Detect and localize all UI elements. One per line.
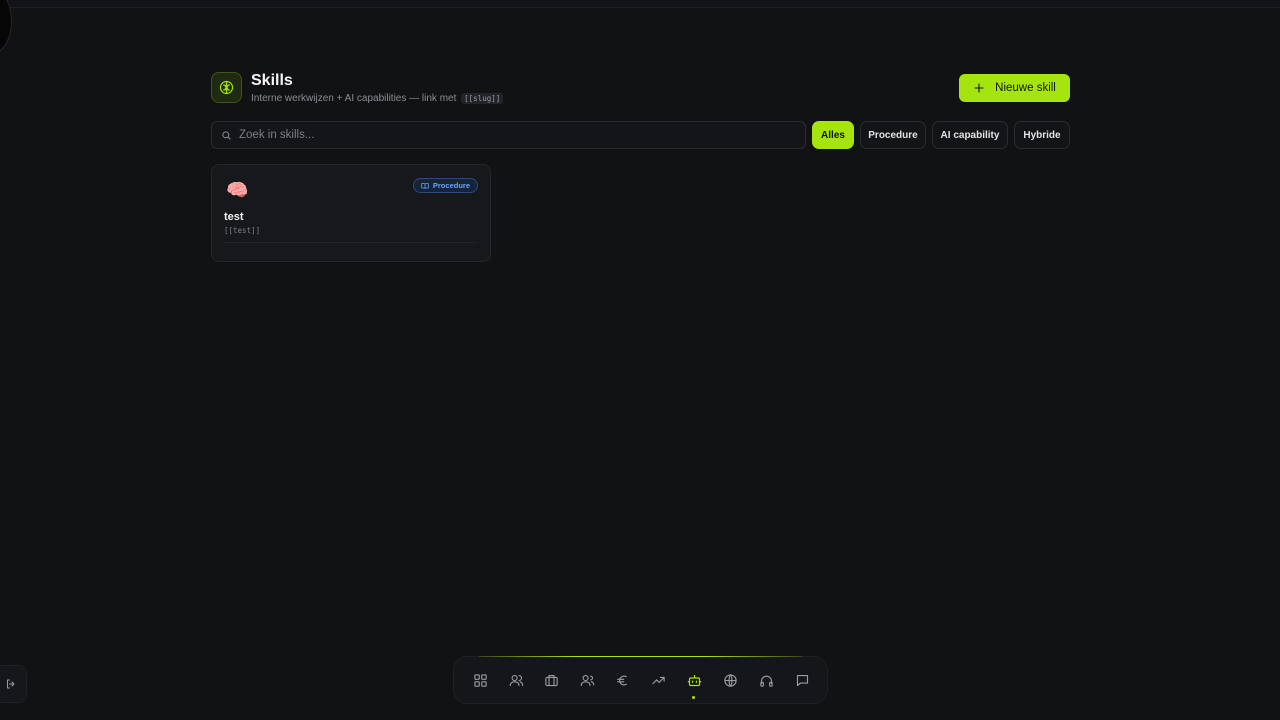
- dock-dashboard[interactable]: [471, 671, 489, 689]
- corner-avatar[interactable]: [0, 0, 12, 54]
- users-icon: [509, 674, 523, 686]
- dock-chat[interactable]: [793, 671, 811, 689]
- dock-headphones[interactable]: [757, 671, 775, 689]
- dock-globe[interactable]: [721, 671, 739, 689]
- team-icon: [580, 674, 594, 686]
- brain-icon: [211, 72, 242, 103]
- logout-button[interactable]: [0, 665, 27, 703]
- euro-icon: [616, 675, 627, 685]
- filter-hybride[interactable]: Hybride: [1014, 121, 1070, 149]
- top-bar: [0, 0, 1280, 8]
- dock-highlight-line: [479, 656, 802, 657]
- book-open-icon: [421, 182, 429, 189]
- search-bar[interactable]: [211, 121, 806, 149]
- briefcase-icon: [544, 674, 558, 686]
- type-badge: Procedure: [412, 178, 478, 193]
- headphones-icon: [759, 675, 773, 687]
- dock-team[interactable]: [578, 671, 596, 689]
- skill-title: test: [224, 211, 244, 223]
- new-skill-button[interactable]: Nieuwe skill: [959, 74, 1070, 102]
- globe-icon: [723, 673, 737, 687]
- trending-up-icon: [651, 676, 665, 684]
- search-icon: [222, 130, 231, 140]
- filter-procedure[interactable]: Procedure: [860, 121, 926, 149]
- dock-users[interactable]: [507, 671, 525, 689]
- search-input[interactable]: [239, 129, 779, 141]
- page-title: Skills: [251, 72, 293, 89]
- new-skill-label: Nieuwe skill: [995, 82, 1056, 94]
- type-badge-label: Procedure: [432, 181, 470, 190]
- page-header: Skills Interne werkwijzen + AI capabilit…: [211, 72, 1070, 106]
- skill-emoji: 🧠: [226, 180, 249, 200]
- slug-code: [[slug]]: [461, 93, 504, 104]
- plus-icon: [974, 83, 984, 93]
- filter-ai-capability[interactable]: AI capability: [932, 121, 1008, 149]
- bot-icon: [687, 674, 701, 686]
- dock-briefcase[interactable]: [542, 671, 560, 689]
- active-indicator-dot: [692, 696, 695, 699]
- dock-trending[interactable]: [649, 671, 667, 689]
- chat-icon: [796, 674, 808, 686]
- page-subtitle: Interne werkwijzen + AI capabilities — l…: [251, 93, 504, 104]
- card-divider: [224, 242, 478, 243]
- page-subtitle-text: Interne werkwijzen + AI capabilities — l…: [251, 93, 457, 104]
- logout-icon: [6, 679, 14, 689]
- bottom-dock: [453, 656, 828, 704]
- dock-euro[interactable]: [613, 671, 631, 689]
- filter-alles[interactable]: Alles: [812, 121, 854, 149]
- dashboard-icon: [473, 673, 487, 687]
- dock-bot[interactable]: [685, 671, 703, 689]
- skill-card[interactable]: 🧠 Procedure test [[test]]: [211, 164, 491, 262]
- skill-slug: [[test]]: [224, 226, 261, 235]
